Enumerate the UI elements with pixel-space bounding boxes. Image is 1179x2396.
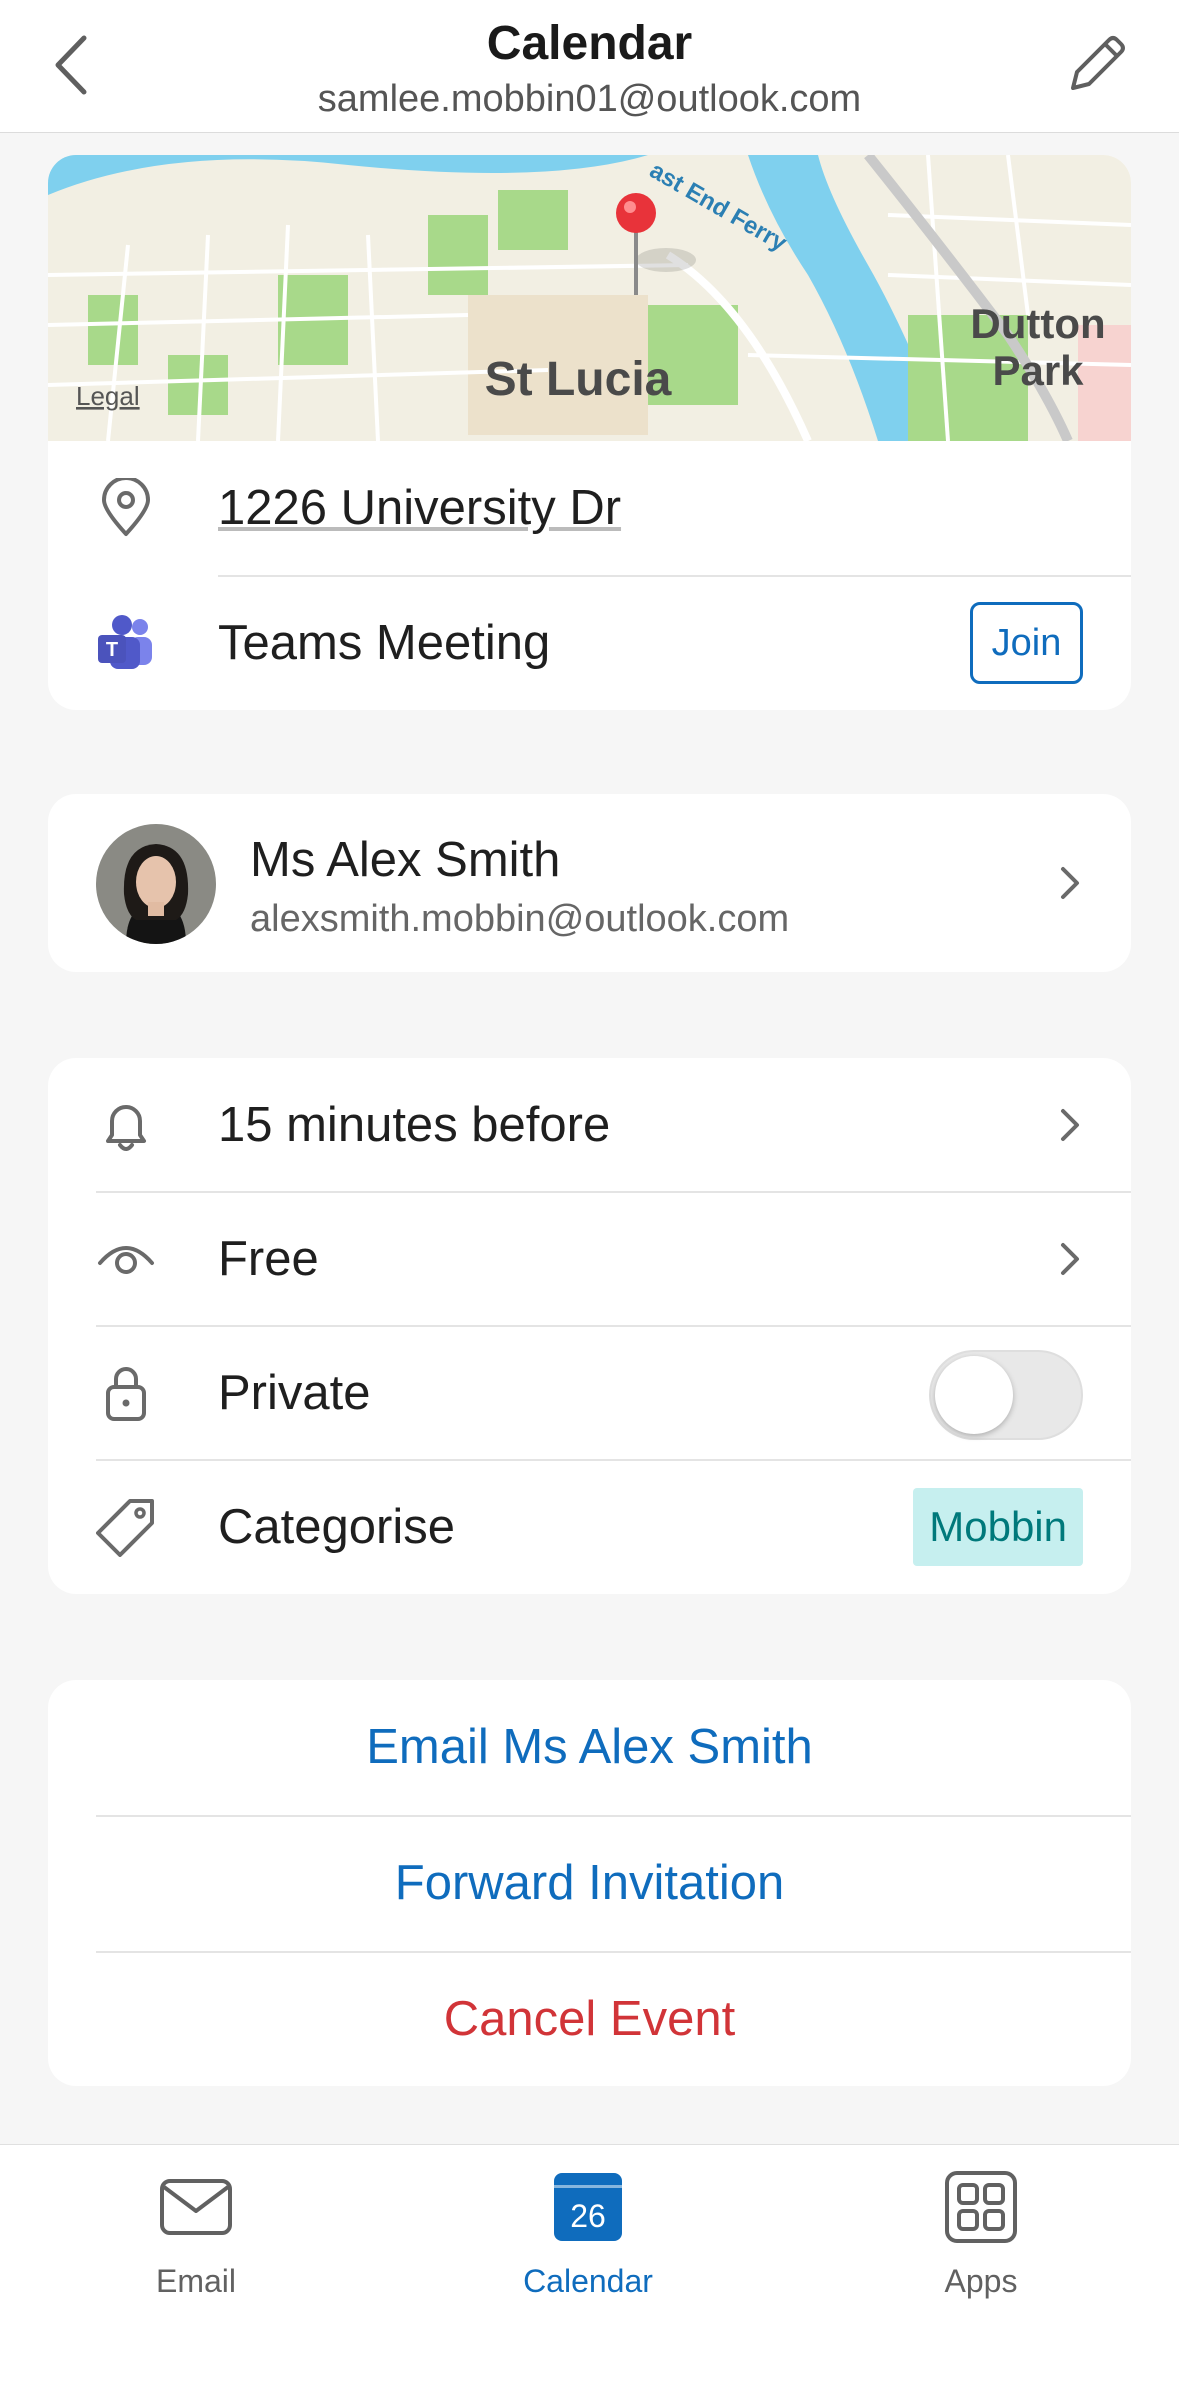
map-label-suburb2-line1: Dutton <box>970 300 1105 347</box>
categorise-row[interactable]: Categorise Mobbin <box>48 1460 1131 1594</box>
forward-invitation-button[interactable]: Forward Invitation <box>48 1816 1131 1951</box>
header-bar: Calendar samlee.mobbin01@outlook.com <box>0 0 1179 133</box>
categorise-label: Categorise <box>218 1500 455 1554</box>
tab-calendar[interactable]: 26 Calendar <box>488 2171 688 2311</box>
edit-pencil-icon[interactable] <box>1061 30 1131 100</box>
show-as-value: Free <box>218 1232 319 1286</box>
private-label: Private <box>218 1366 371 1420</box>
event-actions-card: Email Ms Alex Smith Forward Invitation C… <box>48 1680 1131 2086</box>
chevron-right-icon <box>1057 1105 1083 1145</box>
tag-icon <box>96 1497 156 1557</box>
map-label-suburb: St Lucia <box>485 353 672 406</box>
bottom-tab-bar: Email 26 Calendar Apps <box>0 2144 1179 2396</box>
join-button[interactable]: Join <box>970 602 1083 684</box>
lock-icon <box>96 1363 156 1423</box>
teams-icon: T <box>96 613 156 673</box>
tab-apps-label: Apps <box>944 2263 1018 2299</box>
organizer-card[interactable]: Ms Alex Smith alexsmith.mobbin@outlook.c… <box>48 794 1131 972</box>
map-legal-link[interactable]: Legal <box>76 381 140 411</box>
location-pin-icon <box>96 476 156 538</box>
category-chip[interactable]: Mobbin <box>913 1488 1083 1566</box>
show-as-row[interactable]: Free <box>48 1192 1131 1326</box>
toggle-knob <box>935 1356 1013 1434</box>
svg-text:T: T <box>106 639 118 661</box>
reminder-row[interactable]: 15 minutes before <box>48 1058 1131 1192</box>
organizer-name: Ms Alex Smith <box>250 833 561 887</box>
event-settings-card: 15 minutes before Free Private Categoris… <box>48 1058 1131 1594</box>
tab-email[interactable]: Email <box>96 2171 296 2311</box>
location-map[interactable]: St Lucia Dutton Park ast End Ferry Legal <box>48 155 1131 443</box>
teams-meeting-row: T Teams Meeting Join <box>48 576 1131 710</box>
calendar-icon: 26 <box>552 2171 624 2243</box>
email-organizer-button[interactable]: Email Ms Alex Smith <box>48 1680 1131 1815</box>
location-address-row[interactable]: 1226 University Dr <box>48 441 1131 575</box>
tab-email-label: Email <box>155 2263 236 2299</box>
location-address[interactable]: 1226 University Dr <box>218 441 621 575</box>
map-label-suburb2-line2: Park <box>992 347 1084 394</box>
calendar-day-number: 26 <box>570 2198 606 2234</box>
teams-meeting-label: Teams Meeting <box>218 616 551 670</box>
avatar <box>96 824 216 944</box>
chevron-right-icon <box>1057 1239 1083 1279</box>
page-title: Calendar <box>486 17 693 70</box>
tab-apps[interactable]: Apps <box>881 2171 1081 2311</box>
envelope-icon <box>160 2171 232 2243</box>
organizer-email: alexsmith.mobbin@outlook.com <box>250 898 790 940</box>
location-card: St Lucia Dutton Park ast End Ferry Legal… <box>48 155 1131 710</box>
eye-icon <box>96 1229 156 1289</box>
chevron-right-icon <box>1057 863 1083 903</box>
private-row: Private <box>48 1326 1131 1460</box>
private-toggle[interactable] <box>929 1350 1083 1440</box>
tab-calendar-label: Calendar <box>523 2263 653 2299</box>
account-email: samlee.mobbin01@outlook.com <box>317 78 862 120</box>
cancel-event-button[interactable]: Cancel Event <box>48 1952 1131 2086</box>
reminder-value: 15 minutes before <box>218 1098 611 1152</box>
apps-grid-icon <box>945 2171 1017 2243</box>
bell-icon <box>96 1095 156 1155</box>
